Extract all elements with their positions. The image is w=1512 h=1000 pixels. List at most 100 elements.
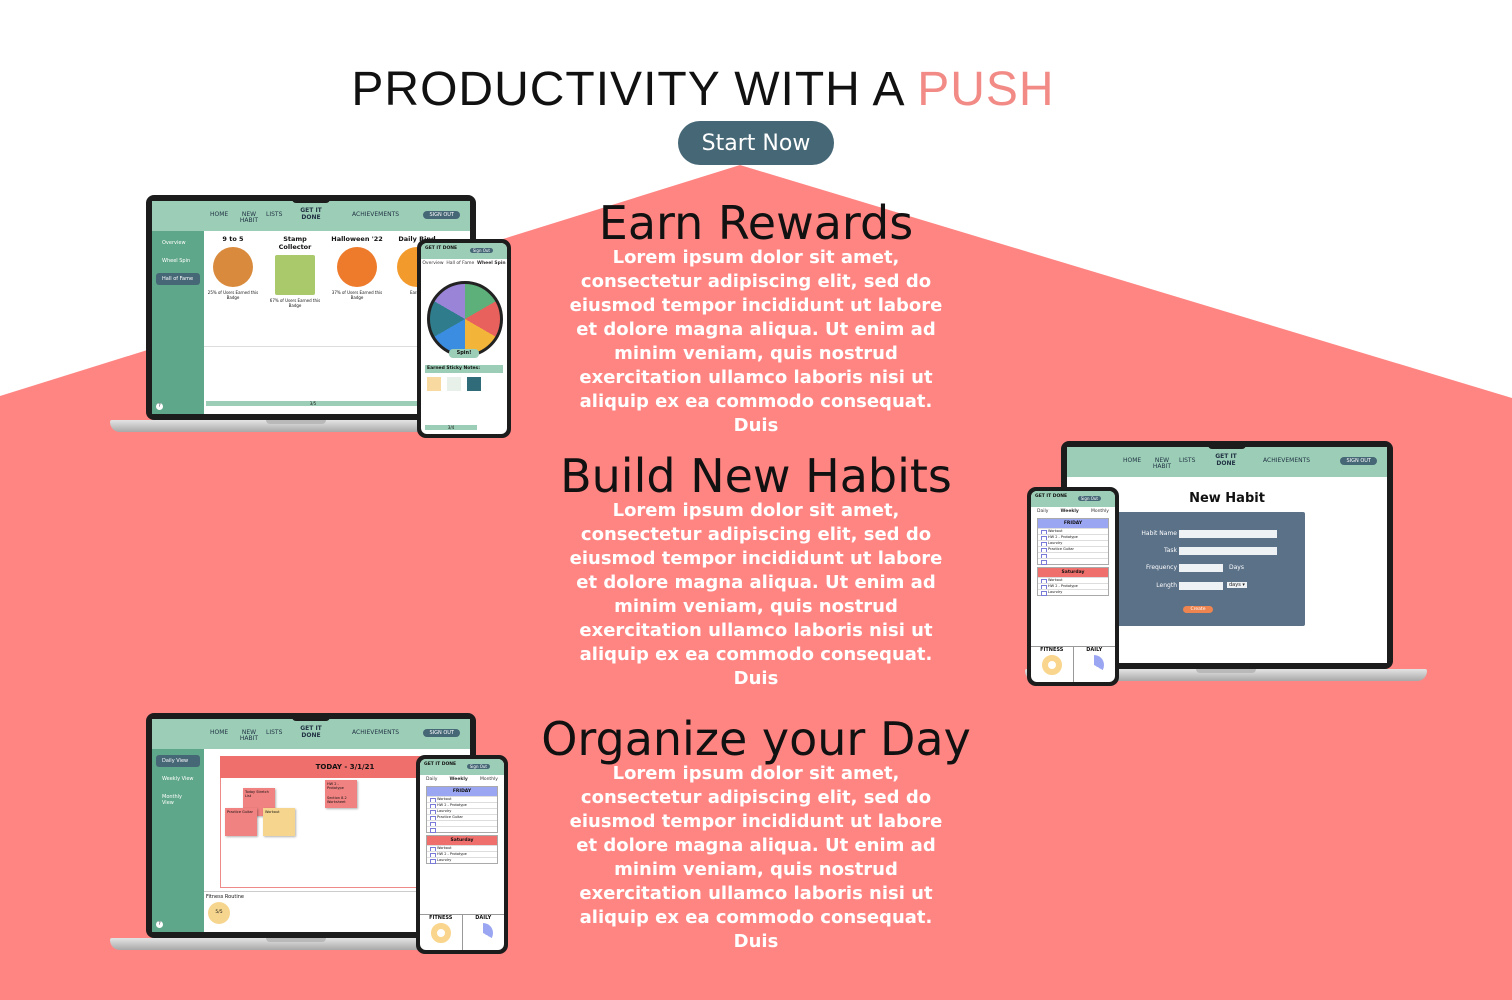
day-friday: FRIDAY Workout HW 2 - Prototype Laundry … (426, 786, 498, 833)
task-row[interactable] (1038, 558, 1108, 565)
nav-home[interactable]: HOME (210, 730, 228, 736)
sign-out-button[interactable]: SIGN OUT (423, 729, 460, 737)
section-title: Organize your Day (541, 712, 971, 766)
stamp-icon (275, 255, 315, 295)
sticky-note[interactable]: Practice Guitar (225, 808, 257, 836)
tab-monthly[interactable]: Monthly (480, 777, 498, 782)
sticky-note[interactable]: Section 8.2 Worksheet (325, 794, 357, 822)
task-row[interactable] (427, 826, 497, 833)
help-icon[interactable]: ? (156, 921, 163, 928)
phone-bottom-stats: FITNESS DAILY (420, 914, 504, 950)
task-label: Task (1164, 547, 1177, 554)
task-row[interactable]: Laundry (427, 857, 497, 864)
sidebar-item-hall-of-fame[interactable]: Hall of Fame (156, 273, 200, 285)
fitness-donut-icon (430, 923, 451, 943)
sign-out-button[interactable]: Sign Out (469, 248, 493, 253)
fitness-label: FITNESS (429, 915, 453, 921)
nav-home[interactable]: HOME (210, 212, 228, 218)
nav-lists[interactable]: LISTS (266, 212, 282, 218)
phone-header: GET IT DONE Sign Out (421, 243, 507, 259)
fitness-progress-icon: 5/5 (208, 902, 230, 924)
badge-card[interactable]: Halloween '22 37% of Users Earned this B… (328, 235, 386, 300)
app-logo: GET IT DONE (300, 725, 322, 739)
phone-mockup-weekly-2: GET IT DONE Sign Out Daily Weekly Monthl… (416, 755, 508, 954)
coffee-mug-icon (213, 247, 253, 287)
badge-card[interactable]: Stamp Collector 67% of Users Earned this… (266, 235, 324, 308)
section-body: Lorem ipsum dolor sit amet, consectetur … (569, 500, 943, 689)
sidebar-item-daily-view[interactable]: Daily View (156, 755, 200, 767)
task-input[interactable] (1179, 547, 1277, 555)
tab-daily[interactable]: Daily (426, 777, 437, 782)
fitness-donut-icon (1041, 655, 1062, 675)
nav-lists[interactable]: LISTS (1179, 458, 1195, 464)
sign-out-button[interactable]: Sign Out (1077, 496, 1101, 501)
sidebar-item-wheel-spin[interactable]: Wheel Spin (156, 255, 200, 267)
length-unit-select[interactable]: days ▾ (1227, 582, 1247, 588)
help-icon[interactable]: ? (156, 403, 163, 410)
app-nav: HOME NEW HABIT LISTS GET IT DONE ACHIEVE… (152, 719, 470, 749)
tab-overview[interactable]: Overview (422, 261, 443, 266)
app-sidebar: Overview Wheel Spin Hall of Fame ? (152, 231, 204, 414)
sticky-note-icon (467, 377, 481, 391)
sticky-note-icon (427, 377, 441, 391)
app-logo: GET IT DONE (300, 207, 322, 221)
spin-button[interactable]: Spin! (449, 349, 479, 358)
app-nav: HOME NEW HABIT LISTS GET IT DONE ACHIEVE… (1067, 447, 1387, 477)
tab-weekly[interactable]: Weekly (449, 777, 467, 782)
section-organize-day: Organize your Day Lorem ipsum dolor sit … (520, 716, 992, 954)
day-friday: FRIDAY Workout HW 2 - Prototype Laundry … (1037, 518, 1109, 565)
length-input[interactable] (1179, 582, 1223, 590)
nav-new-habit[interactable]: NEW HABIT (1151, 458, 1173, 470)
task-row[interactable]: Laundry (1038, 589, 1108, 596)
phone-mockup-wheel-spin: GET IT DONE Sign Out Overview Hall of Fa… (417, 239, 511, 438)
sign-out-button[interactable]: Sign Out (466, 764, 490, 769)
phone-tabs: Daily Weekly Monthly (1031, 507, 1115, 516)
earned-notes-label: Earned Sticky Notes: (425, 365, 503, 373)
habit-name-label: Habit Name (1141, 530, 1177, 537)
nav-achievements[interactable]: ACHIEVEMENTS (1263, 458, 1310, 464)
sign-out-button[interactable]: SIGN OUT (1340, 457, 1377, 465)
length-label: Length (1156, 582, 1177, 589)
nav-new-habit[interactable]: NEW HABIT (238, 212, 260, 224)
sign-out-button[interactable]: SIGN OUT (423, 211, 460, 219)
nav-lists[interactable]: LISTS (266, 730, 282, 736)
phone-tabs: Overview Hall of Fame Wheel Spin (421, 259, 507, 268)
sticky-note[interactable]: Workout (263, 808, 295, 836)
phone-header: GET IT DONE Sign Out (420, 759, 504, 775)
habit-name-input[interactable] (1179, 530, 1277, 538)
nav-achievements[interactable]: ACHIEVEMENTS (352, 730, 399, 736)
sticky-note-icon (447, 377, 461, 391)
nav-achievements[interactable]: ACHIEVEMENTS (352, 212, 399, 218)
sidebar-item-monthly-view[interactable]: Monthly View (156, 791, 200, 809)
sidebar-item-weekly-view[interactable]: Weekly View (156, 773, 200, 785)
nav-new-habit[interactable]: NEW HABIT (238, 730, 260, 742)
pumpkin-icon (337, 247, 377, 287)
days-unit-label: Days (1229, 564, 1244, 571)
fitness-routine-label: Fitness Routine (206, 894, 244, 900)
nav-home[interactable]: HOME (1123, 458, 1141, 464)
sidebar-item-overview[interactable]: Overview (156, 237, 200, 249)
tab-hall-of-fame[interactable]: Hall of Fame (446, 261, 474, 266)
phone-mockup-weekly: GET IT DONE Sign Out Daily Weekly Monthl… (1027, 487, 1119, 686)
app-sidebar: Daily View Weekly View Monthly View ? (152, 749, 204, 932)
progress-bar: 3/5 (206, 401, 420, 406)
phone-tabs: Daily Weekly Monthly (420, 775, 504, 784)
daily-label: DAILY (475, 915, 492, 921)
tab-wheel-spin[interactable]: Wheel Spin (477, 261, 506, 266)
frequency-input[interactable] (1179, 564, 1223, 572)
hero-title-accent: PUSH (917, 63, 1055, 116)
hero-title-main: PRODUCTIVITY WITH A (351, 63, 918, 116)
section-earn-rewards: Earn Rewards Lorem ipsum dolor sit amet,… (520, 200, 992, 438)
tab-monthly[interactable]: Monthly (1091, 509, 1109, 514)
fitness-label: FITNESS (1040, 647, 1064, 653)
phone-header: GET IT DONE Sign Out (1031, 491, 1115, 507)
create-button[interactable]: Create (1183, 606, 1213, 613)
phone-bottom-stats: FITNESS DAILY (1031, 646, 1115, 682)
app-nav: HOME NEW HABIT LISTS GET IT DONE ACHIEVE… (152, 201, 470, 231)
tab-weekly[interactable]: Weekly (1060, 509, 1078, 514)
spin-wheel[interactable] (427, 281, 503, 357)
badge-card[interactable]: 9 to 5 25% of Users Earned this Badge (204, 235, 262, 300)
tab-daily[interactable]: Daily (1037, 509, 1048, 514)
start-now-button[interactable]: Start Now (678, 121, 834, 165)
daily-label: DAILY (1086, 647, 1103, 653)
